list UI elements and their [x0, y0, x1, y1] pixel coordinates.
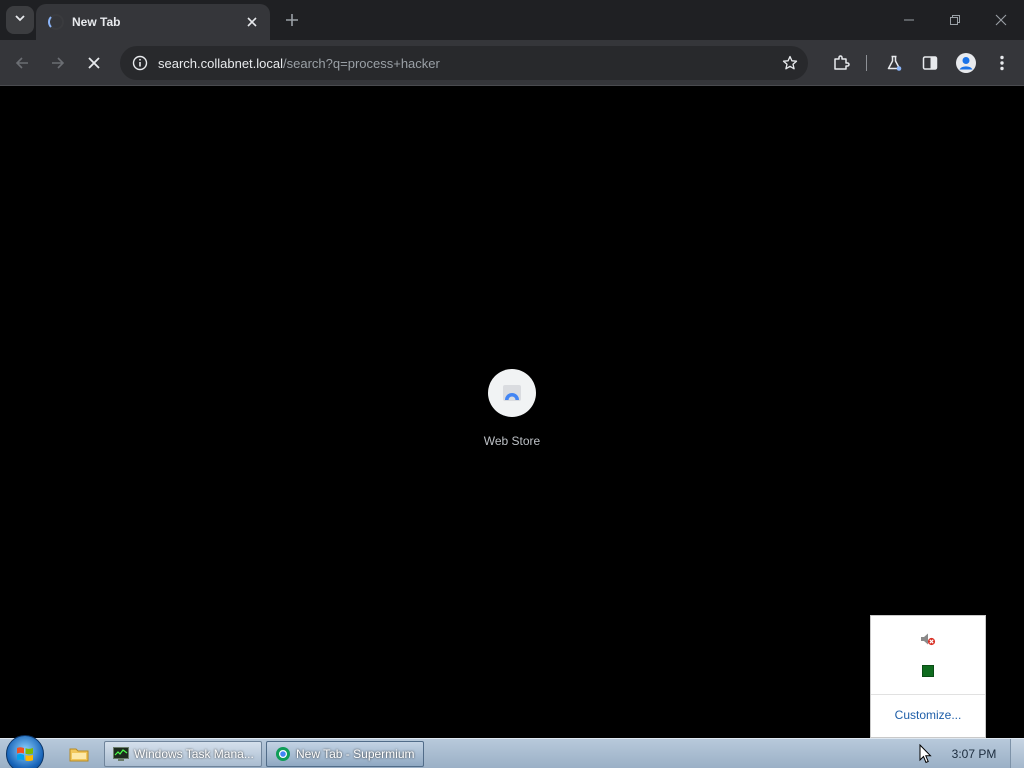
side-panel-icon	[922, 56, 938, 70]
customize-link[interactable]: Customize...	[871, 708, 985, 722]
tray-app-icon[interactable]	[871, 664, 985, 678]
extensions-button[interactable]	[826, 48, 856, 78]
labs-button[interactable]	[879, 48, 909, 78]
menu-button[interactable]	[987, 48, 1017, 78]
flask-icon	[887, 55, 902, 71]
bookmark-star-button[interactable]	[780, 53, 800, 73]
kebab-menu-icon	[1000, 55, 1004, 71]
loading-spinner-icon	[48, 14, 64, 30]
close-icon	[247, 17, 257, 27]
show-desktop-button[interactable]	[1010, 739, 1024, 768]
task-manager-icon	[113, 746, 129, 762]
side-panel-button[interactable]	[915, 48, 945, 78]
tab-new-tab[interactable]: New Tab	[36, 4, 270, 40]
close-icon	[88, 57, 100, 69]
url-text: search.collabnet.local/search?q=process+…	[158, 56, 440, 71]
taskbar-item-label: Windows Task Mana...	[134, 747, 254, 761]
url-path: /search?q=process+hacker	[283, 55, 440, 71]
avatar-icon	[956, 53, 976, 73]
taskbar: Windows Task Mana... New Tab - Supermium…	[0, 735, 1024, 768]
address-bar[interactable]: search.collabnet.local/search?q=process+…	[120, 46, 808, 80]
forward-button[interactable]	[43, 48, 73, 78]
stop-loading-button[interactable]	[79, 48, 109, 78]
puzzle-icon	[834, 55, 850, 70]
tab-title: New Tab	[72, 15, 121, 29]
close-window-button[interactable]	[978, 0, 1024, 40]
supermium-icon	[275, 746, 291, 762]
restore-icon	[950, 15, 960, 25]
url-host: search.collabnet.local	[158, 55, 284, 71]
minimize-icon	[904, 19, 914, 21]
explorer-taskbar-button[interactable]	[62, 741, 96, 767]
browser-toolbar: search.collabnet.local/search?q=process+…	[0, 40, 1024, 86]
tray-overflow-popup: Customize...	[870, 615, 986, 738]
screen: New Tab search.collabnet.local/search?q=…	[0, 0, 1024, 768]
tab-close-button[interactable]	[244, 14, 260, 30]
new-tab-button[interactable]	[282, 10, 302, 30]
mouse-cursor-icon	[919, 744, 932, 764]
site-info-icon[interactable]	[130, 53, 150, 73]
web-store-icon	[503, 385, 521, 401]
profile-button[interactable]	[951, 48, 981, 78]
minimize-button[interactable]	[886, 0, 932, 40]
toolbar-separator	[866, 55, 867, 71]
taskbar-item-task-manager[interactable]: Windows Task Mana...	[104, 741, 262, 767]
tray-volume-muted-icon[interactable]	[871, 630, 985, 648]
tab-search-button[interactable]	[6, 6, 34, 34]
close-icon	[995, 14, 1007, 26]
shortcut-web-store[interactable]: Web Store	[472, 369, 552, 448]
back-button[interactable]	[7, 48, 37, 78]
star-icon	[782, 55, 798, 70]
start-button[interactable]	[6, 735, 44, 768]
chevron-down-icon	[14, 11, 26, 29]
system-clock[interactable]: 3:07 PM	[946, 747, 1002, 761]
arrow-left-icon	[15, 57, 28, 69]
folder-icon	[69, 748, 89, 762]
taskbar-item-label: New Tab - Supermium	[296, 747, 415, 761]
popup-divider	[871, 694, 985, 695]
shortcut-label: Web Store	[483, 434, 541, 448]
restore-button[interactable]	[932, 0, 978, 40]
tab-strip: New Tab	[0, 0, 1024, 40]
show-hidden-icons-button[interactable]	[914, 743, 938, 765]
taskbar-item-supermium[interactable]: New Tab - Supermium	[266, 741, 424, 767]
plus-icon	[286, 14, 298, 26]
shortcut-icon-circle	[488, 369, 536, 417]
arrow-right-icon	[52, 57, 65, 69]
windows-logo-icon	[17, 747, 33, 762]
